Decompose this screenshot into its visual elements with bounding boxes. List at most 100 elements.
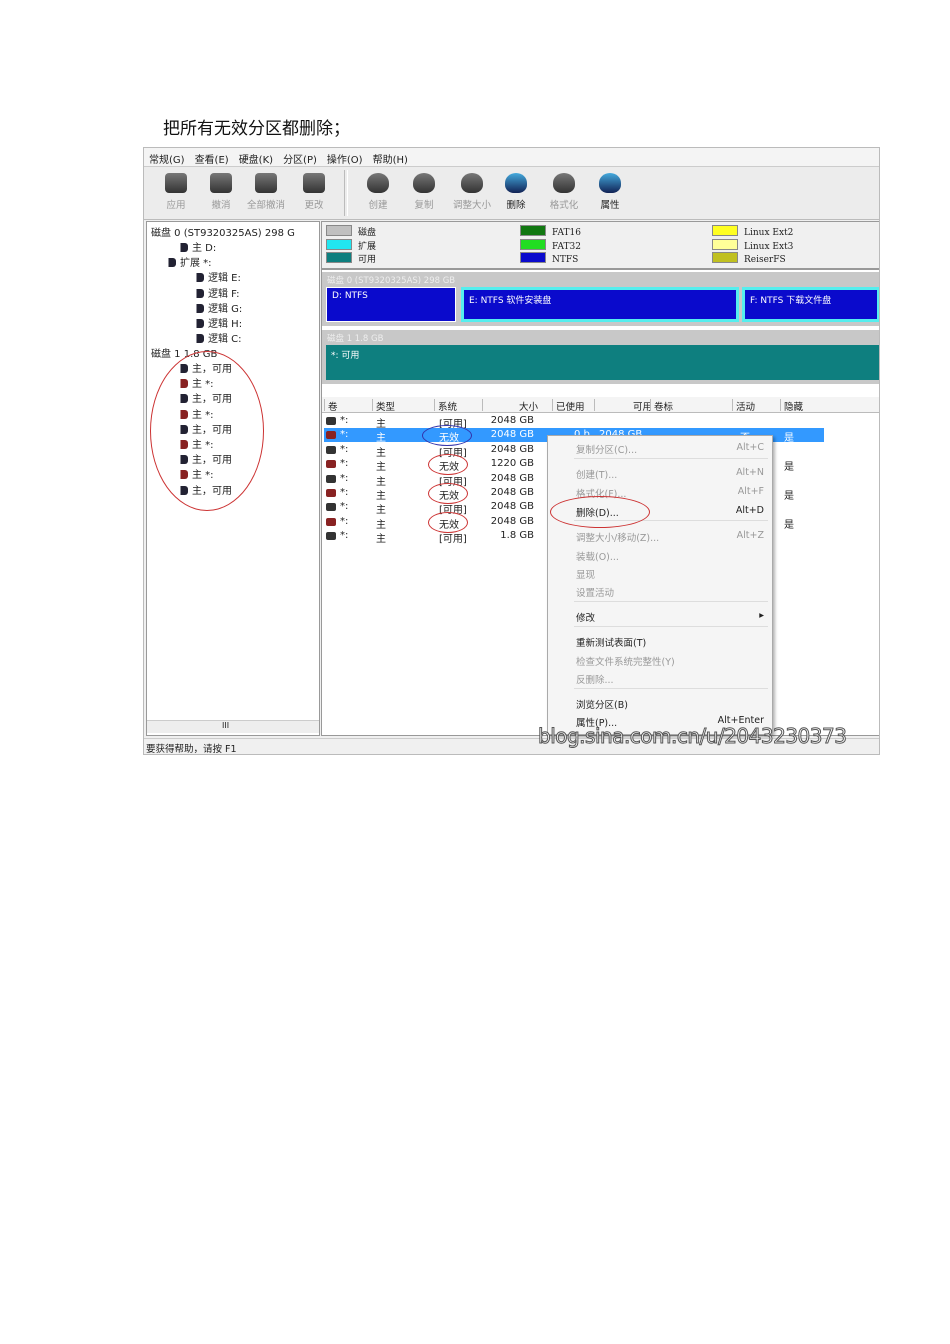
legend-label: 可用: [358, 255, 377, 265]
cell-type: 主: [376, 534, 386, 546]
toolbar-label: 应用: [166, 200, 186, 211]
horizontal-scrollbar[interactable]: III: [147, 720, 319, 733]
context-menu-item[interactable]: 显现: [576, 567, 764, 581]
menu-item-label: 反删除...: [576, 675, 614, 686]
menu-item-label: 浏览分区(B): [576, 700, 628, 711]
legend-swatch: [520, 238, 546, 250]
column-header[interactable]: 卷标: [650, 399, 736, 413]
menu-0[interactable]: 常规(G): [144, 148, 190, 166]
disk-tree: III 磁盘 0 (ST9320325AS) 298 G 主 D: 扩展 *: 逻辑 …: [146, 221, 320, 736]
menu-5[interactable]: 帮助(H): [368, 148, 413, 166]
menu-separator: [574, 688, 768, 689]
drive-icon: [326, 445, 336, 454]
drive-icon: [326, 460, 336, 469]
menu-item-shortcut: Alt+F: [737, 486, 764, 497]
highlight-oval: [150, 351, 264, 511]
context-menu-item[interactable]: 检查文件系统完整性(Y): [576, 654, 764, 668]
cell-size: 2048 GB: [490, 429, 534, 441]
column-header[interactable]: 大小: [482, 399, 542, 413]
column-header[interactable]: 系统: [434, 399, 484, 413]
context-menu-item[interactable]: 装载(O)...: [576, 549, 764, 563]
menu-1[interactable]: 查看(E): [190, 148, 234, 166]
tree-node[interactable]: 主 D:: [177, 239, 216, 254]
menu-4[interactable]: 操作(O): [322, 148, 368, 166]
column-header[interactable]: 隐藏: [780, 399, 824, 413]
cell-vol: *:: [340, 429, 349, 441]
cell-vol: *:: [340, 530, 349, 542]
disk0-map: 磁盘 0 (ST9320325AS) 298 GB D: NTFS E: NTF…: [322, 272, 879, 326]
toolbar-button-2[interactable]: 调整大小: [450, 173, 494, 211]
tree-node[interactable]: 逻辑 F:: [193, 285, 240, 300]
highlight-oval: [550, 496, 650, 528]
drive-icon: [326, 417, 336, 425]
tree-node[interactable]: 逻辑 G:: [193, 300, 242, 315]
toolbar-label: 更改: [304, 200, 324, 211]
menubar: 常规(G) 查看(E) 硬盘(K) 分区(P) 操作(O) 帮助(H): [144, 148, 879, 167]
menu-item-label: 调整大小/移动(Z)...: [576, 533, 660, 544]
drive-icon: [193, 319, 204, 328]
table-row[interactable]: *: 主 [可用] 2048 GB: [324, 414, 824, 430]
legend-label: NTFS: [552, 255, 579, 265]
column-header[interactable]: 活动: [732, 399, 782, 413]
legend-swatch: [712, 252, 738, 263]
toolbar-button-2[interactable]: 全部撤消: [244, 173, 288, 211]
partition-unallocated[interactable]: *: 可用: [326, 345, 879, 380]
tree-node[interactable]: 逻辑 H:: [193, 315, 242, 330]
toolbar-button-0[interactable]: 创建: [356, 173, 400, 211]
tree-disk0[interactable]: 磁盘 0 (ST9320325AS) 298 G: [151, 224, 295, 239]
toolbar-button-4[interactable]: 格式化: [542, 173, 586, 211]
main-panel: 磁盘 扩展 可用 FAT16 FAT32 NTFS Linux Ext2 Linux Ext3…: [321, 221, 879, 736]
legend-item: NTFS: [520, 252, 578, 265]
toolbar-icon: [553, 173, 575, 193]
tree-node[interactable]: 扩展 *:: [165, 254, 212, 269]
context-menu-item[interactable]: 修改 ▸: [576, 610, 764, 624]
tree-node-label: 逻辑 H:: [208, 319, 243, 330]
menu-3[interactable]: 分区(P): [278, 148, 322, 166]
cell-vol: *:: [340, 501, 349, 513]
toolbar-icon: [165, 173, 187, 193]
toolbar-button-3[interactable]: 更改: [292, 173, 336, 211]
cell-size: 2048 GB: [490, 487, 534, 498]
column-header[interactable]: 卷: [324, 399, 374, 413]
column-header[interactable]: 已使用: [552, 399, 596, 413]
menu-item-label: 重新测试表面(T): [576, 638, 647, 649]
context-menu-item[interactable]: 设置活动: [576, 585, 764, 599]
toolbar-button-1[interactable]: 撤消: [199, 173, 243, 211]
context-menu-item[interactable]: 调整大小/移动(Z)... Alt+Z: [576, 530, 764, 544]
menu-item-label: 装载(O)...: [576, 552, 619, 563]
context-menu-item[interactable]: 复制分区(C)... Alt+C: [576, 442, 764, 456]
menu-2[interactable]: 硬盘(K): [234, 148, 278, 166]
menu-separator: [574, 458, 768, 459]
toolbar-button-5[interactable]: 属性: [588, 173, 632, 211]
cell-vol: *:: [340, 415, 349, 426]
toolbar-icon: [210, 173, 232, 193]
legend-item: 扩展: [326, 238, 376, 252]
legend-item: 磁盘: [326, 225, 376, 238]
context-menu-item[interactable]: 浏览分区(B): [576, 697, 764, 711]
scroll-thumb-grip[interactable]: III: [222, 721, 229, 730]
tree-node[interactable]: 逻辑 C:: [193, 330, 242, 345]
menu-item-label: 检查文件系统完整性(Y): [576, 657, 675, 668]
drive-icon: [177, 243, 188, 252]
partition-f[interactable]: F: NTFS 下载文件盘: [742, 287, 879, 322]
drive-icon: [326, 489, 336, 497]
partition-d[interactable]: D: NTFS: [326, 287, 456, 322]
column-header[interactable]: 可用: [594, 399, 656, 413]
cell-size: 1.8 GB: [500, 530, 534, 542]
tree-node[interactable]: 逻辑 E:: [193, 269, 241, 284]
context-menu-item[interactable]: 创建(T)... Alt+N: [576, 467, 764, 481]
context-menu-item[interactable]: 反删除...: [576, 672, 764, 686]
toolbar-button-1[interactable]: 复制: [402, 173, 446, 211]
drive-icon: [193, 303, 204, 313]
toolbar-label: 创建: [368, 200, 388, 211]
toolbar-button-3[interactable]: 删除: [494, 173, 538, 211]
drive-icon: [193, 273, 204, 283]
column-header[interactable]: 类型: [372, 399, 436, 413]
tree-node-label: 逻辑 C:: [208, 334, 242, 346]
menu-item-label: 设置活动: [576, 588, 615, 599]
partition-e[interactable]: E: NTFS 软件安装盘: [461, 287, 739, 322]
tree-node-label: 逻辑 F:: [208, 288, 240, 300]
toolbar-button-0[interactable]: 应用: [154, 173, 198, 211]
menu-separator: [574, 601, 768, 602]
context-menu-item[interactable]: 重新测试表面(T): [576, 635, 764, 649]
